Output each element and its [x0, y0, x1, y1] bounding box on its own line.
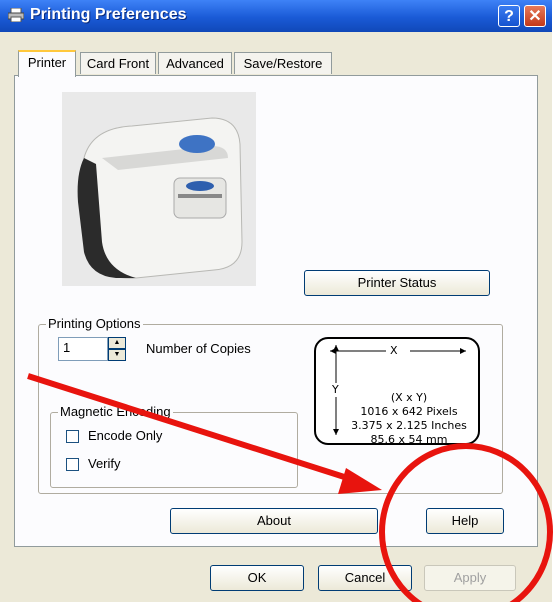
window-title: Printing Preferences [30, 6, 187, 23]
about-button[interactable]: About [170, 508, 378, 534]
copies-label: Number of Copies [146, 341, 251, 356]
close-button[interactable]: ✕ [524, 5, 546, 27]
tab-printer[interactable]: Printer [18, 50, 76, 77]
tab-advanced[interactable]: Advanced [158, 52, 232, 74]
help-title-button[interactable]: ? [498, 5, 520, 27]
magnetic-encoding-group [50, 412, 298, 488]
card-inches: 3.375 x 2.125 Inches [351, 419, 467, 432]
card-mm: 85.6 x 54 mm [370, 433, 448, 446]
magnetic-encoding-label: Magnetic Encoding [58, 404, 173, 419]
verify-label[interactable]: Verify [88, 456, 121, 471]
copies-spinner[interactable]: ▲ ▼ [108, 337, 126, 361]
apply-button: Apply [424, 565, 516, 591]
spin-down-icon[interactable]: ▼ [108, 349, 126, 361]
x-axis-label: X [390, 344, 398, 357]
copies-input[interactable]: 1 [58, 337, 108, 361]
title-bar[interactable]: Printing Preferences ? ✕ [0, 0, 552, 32]
help-button[interactable]: Help [426, 508, 504, 534]
printer-icon [8, 8, 24, 22]
printer-image [62, 92, 256, 286]
card-size-diagram: X Y (X x Y) 1016 x 642 Pixels 3.375 x 2.… [314, 337, 480, 446]
card-pixels: 1016 x 642 Pixels [360, 405, 458, 418]
cancel-button[interactable]: Cancel [318, 565, 412, 591]
verify-checkbox[interactable] [66, 458, 79, 471]
tab-save-restore[interactable]: Save/Restore [234, 52, 332, 74]
printing-options-label: Printing Options [46, 316, 143, 331]
ok-button[interactable]: OK [210, 565, 304, 591]
encode-only-label[interactable]: Encode Only [88, 428, 162, 443]
card-formula: (X x Y) [390, 391, 428, 404]
encode-only-checkbox[interactable] [66, 430, 79, 443]
printer-status-button[interactable]: Printer Status [304, 270, 490, 296]
printing-preferences-dialog: Printing Preferences ? ✕ Printer Card Fr… [0, 0, 552, 602]
y-axis-label: Y [332, 383, 339, 396]
spin-up-icon[interactable]: ▲ [108, 337, 126, 349]
tab-card-front[interactable]: Card Front [80, 52, 156, 74]
